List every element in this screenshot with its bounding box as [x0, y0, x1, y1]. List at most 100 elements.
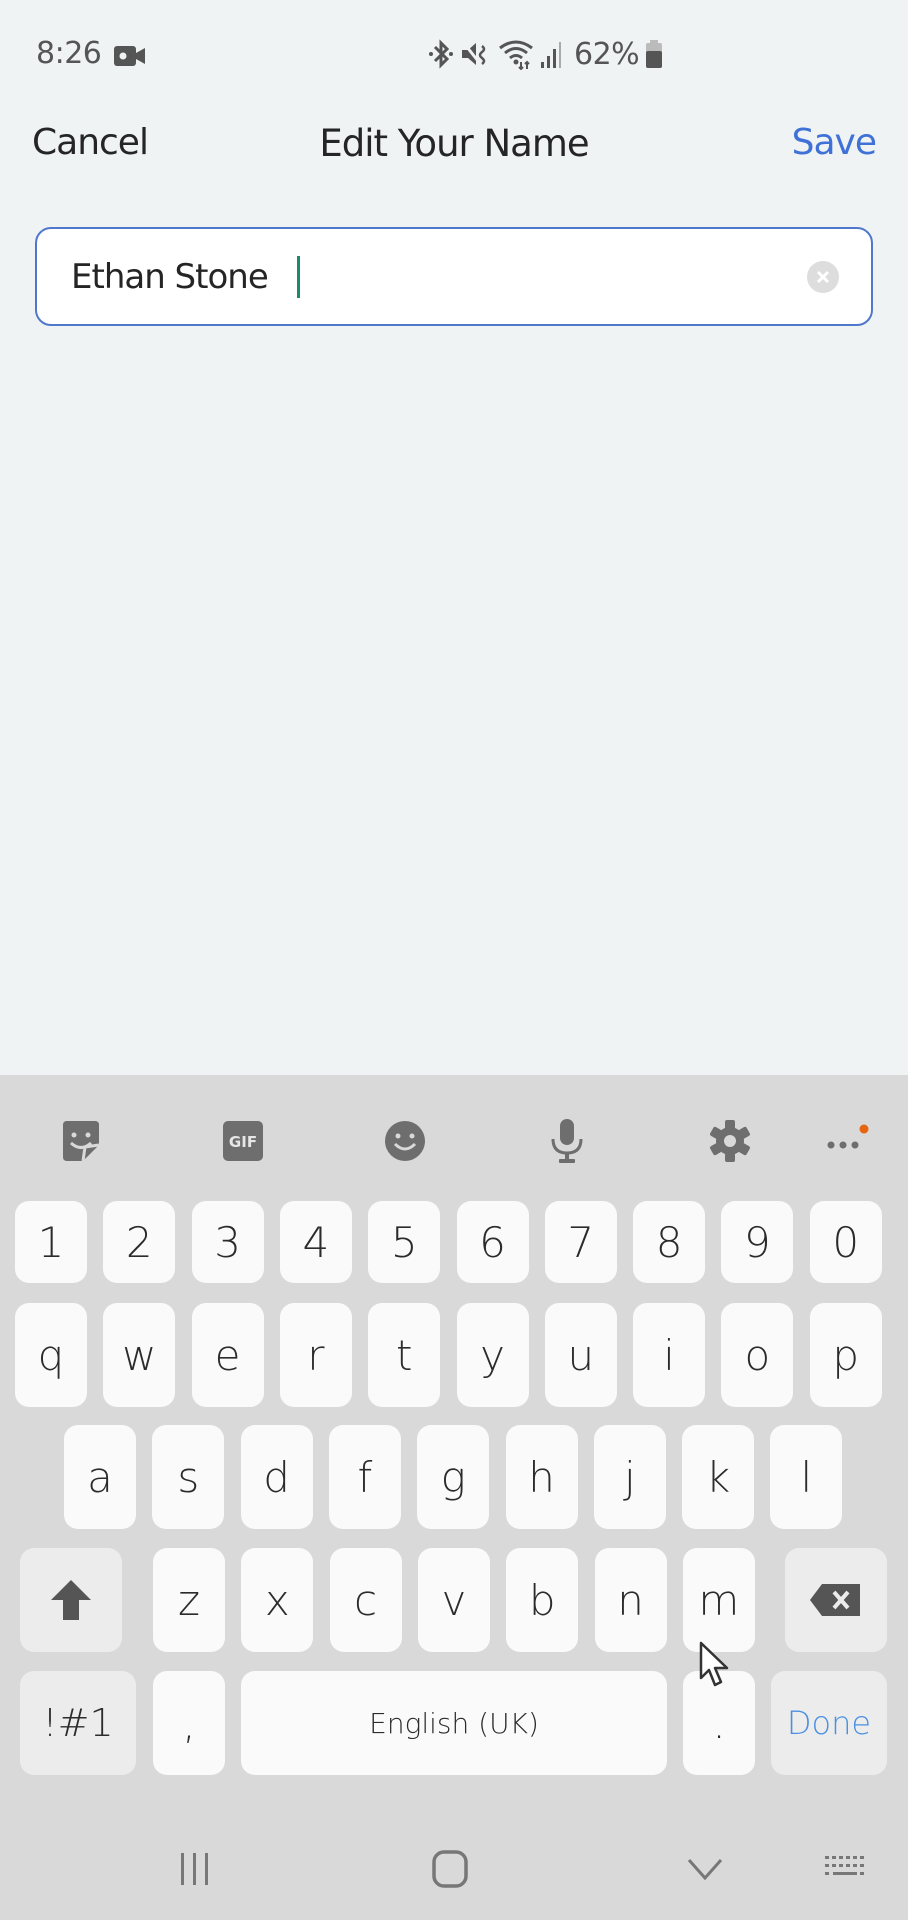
- shift-icon: [51, 1580, 91, 1620]
- comma-key[interactable]: ,: [153, 1671, 225, 1775]
- key-d-label: d: [263, 1452, 290, 1502]
- key-d[interactable]: d: [240, 1425, 313, 1529]
- name-field[interactable]: [35, 227, 873, 326]
- key-i[interactable]: i: [633, 1303, 706, 1407]
- key-6[interactable]: 6: [456, 1201, 529, 1283]
- key-8-label: 8: [655, 1217, 683, 1267]
- key-y-label: y: [480, 1330, 505, 1380]
- key-g[interactable]: g: [417, 1425, 490, 1529]
- symbols-key[interactable]: !#1: [20, 1671, 136, 1775]
- key-i-label: i: [663, 1330, 675, 1380]
- key-o[interactable]: o: [721, 1303, 794, 1407]
- key-n[interactable]: n: [594, 1548, 667, 1652]
- hide-keyboard-icon[interactable]: [680, 1844, 730, 1894]
- emoji-icon[interactable]: [375, 1111, 435, 1171]
- key-u-label: u: [567, 1330, 595, 1380]
- key-f-label: f: [357, 1452, 373, 1502]
- key-t-label: t: [395, 1330, 413, 1380]
- key-r[interactable]: r: [279, 1303, 352, 1407]
- key-b-label: b: [528, 1575, 556, 1625]
- symbols-key-label: !#1: [42, 1701, 114, 1745]
- key-5[interactable]: 5: [368, 1201, 441, 1283]
- key-j[interactable]: j: [593, 1425, 666, 1529]
- recents-icon[interactable]: [170, 1844, 220, 1894]
- key-m-label: m: [698, 1575, 740, 1625]
- key-x-label: x: [264, 1575, 290, 1625]
- key-t[interactable]: t: [368, 1303, 441, 1407]
- status-icons: 62%: [428, 36, 663, 72]
- save-button[interactable]: Save: [792, 122, 877, 163]
- key-v-label: v: [441, 1575, 467, 1625]
- battery-icon: [646, 40, 663, 68]
- key-8[interactable]: 8: [633, 1201, 706, 1283]
- key-0[interactable]: 0: [809, 1201, 882, 1283]
- key-s-label: s: [177, 1452, 200, 1502]
- keyboard-toolbar: GIF: [0, 1075, 908, 1195]
- page-title: Edit Your Name: [319, 122, 589, 165]
- key-c[interactable]: c: [329, 1548, 402, 1652]
- space-key[interactable]: English (UK): [241, 1671, 667, 1775]
- key-y[interactable]: y: [456, 1303, 529, 1407]
- key-v[interactable]: v: [417, 1548, 490, 1652]
- key-7-label: 7: [567, 1217, 595, 1267]
- key-3[interactable]: 3: [191, 1201, 264, 1283]
- screen-record-icon: [114, 46, 145, 66]
- key-a[interactable]: a: [64, 1425, 136, 1529]
- backspace-icon: [810, 1584, 860, 1616]
- key-9[interactable]: 9: [721, 1201, 794, 1283]
- sticker-icon[interactable]: [51, 1111, 111, 1171]
- key-w-label: w: [122, 1330, 157, 1380]
- key-p-label: p: [832, 1330, 860, 1380]
- settings-icon[interactable]: [700, 1111, 760, 1171]
- key-z-label: z: [177, 1575, 201, 1625]
- key-q[interactable]: q: [15, 1303, 87, 1407]
- key-b[interactable]: b: [506, 1548, 579, 1652]
- clear-icon[interactable]: [807, 261, 839, 293]
- space-key-label: English (UK): [369, 1706, 539, 1740]
- key-s[interactable]: s: [152, 1425, 225, 1529]
- key-1[interactable]: 1: [15, 1201, 87, 1283]
- shift-key[interactable]: [20, 1548, 122, 1652]
- key-7[interactable]: 7: [544, 1201, 617, 1283]
- key-g-label: g: [440, 1452, 466, 1502]
- mute-icon: [461, 41, 486, 67]
- status-time: 8:26: [36, 36, 102, 71]
- more-icon[interactable]: [817, 1111, 877, 1171]
- name-input[interactable]: [71, 229, 791, 324]
- key-o-label: o: [744, 1330, 771, 1380]
- key-k[interactable]: k: [682, 1425, 755, 1529]
- key-e[interactable]: e: [191, 1303, 264, 1407]
- status-bar: 8:26 62%: [0, 0, 908, 110]
- key-u[interactable]: u: [544, 1303, 617, 1407]
- key-5-label: 5: [390, 1217, 418, 1267]
- key-3-label: 3: [214, 1217, 241, 1267]
- key-z[interactable]: z: [153, 1548, 225, 1652]
- key-q-label: q: [37, 1330, 65, 1380]
- key-4[interactable]: 4: [279, 1201, 352, 1283]
- key-1-label: 1: [37, 1217, 65, 1267]
- key-f[interactable]: f: [328, 1425, 401, 1529]
- backspace-key[interactable]: [785, 1548, 887, 1652]
- gif-icon[interactable]: GIF: [213, 1111, 273, 1171]
- key-w[interactable]: w: [103, 1303, 176, 1407]
- mouse-pointer-icon: [699, 1641, 729, 1687]
- comma-key-label: ,: [182, 1698, 196, 1748]
- key-0-label: 0: [832, 1217, 860, 1267]
- key-m[interactable]: m: [682, 1548, 755, 1652]
- key-l[interactable]: l: [770, 1425, 843, 1529]
- key-h-label: h: [528, 1452, 555, 1502]
- keyboard-switch-icon[interactable]: [820, 1844, 870, 1894]
- key-x[interactable]: x: [241, 1548, 314, 1652]
- header: Cancel Edit Your Name Save: [0, 110, 908, 180]
- key-l-label: l: [800, 1452, 813, 1502]
- key-p[interactable]: p: [809, 1303, 882, 1407]
- key-a-label: a: [87, 1452, 113, 1502]
- key-h[interactable]: h: [505, 1425, 578, 1529]
- microphone-icon[interactable]: [537, 1111, 597, 1171]
- done-key[interactable]: Done: [771, 1671, 887, 1775]
- notification-dot: [859, 1124, 869, 1134]
- home-icon[interactable]: [425, 1844, 475, 1894]
- signal-icon: [541, 42, 561, 68]
- key-2[interactable]: 2: [103, 1201, 176, 1283]
- text-caret: [297, 256, 300, 298]
